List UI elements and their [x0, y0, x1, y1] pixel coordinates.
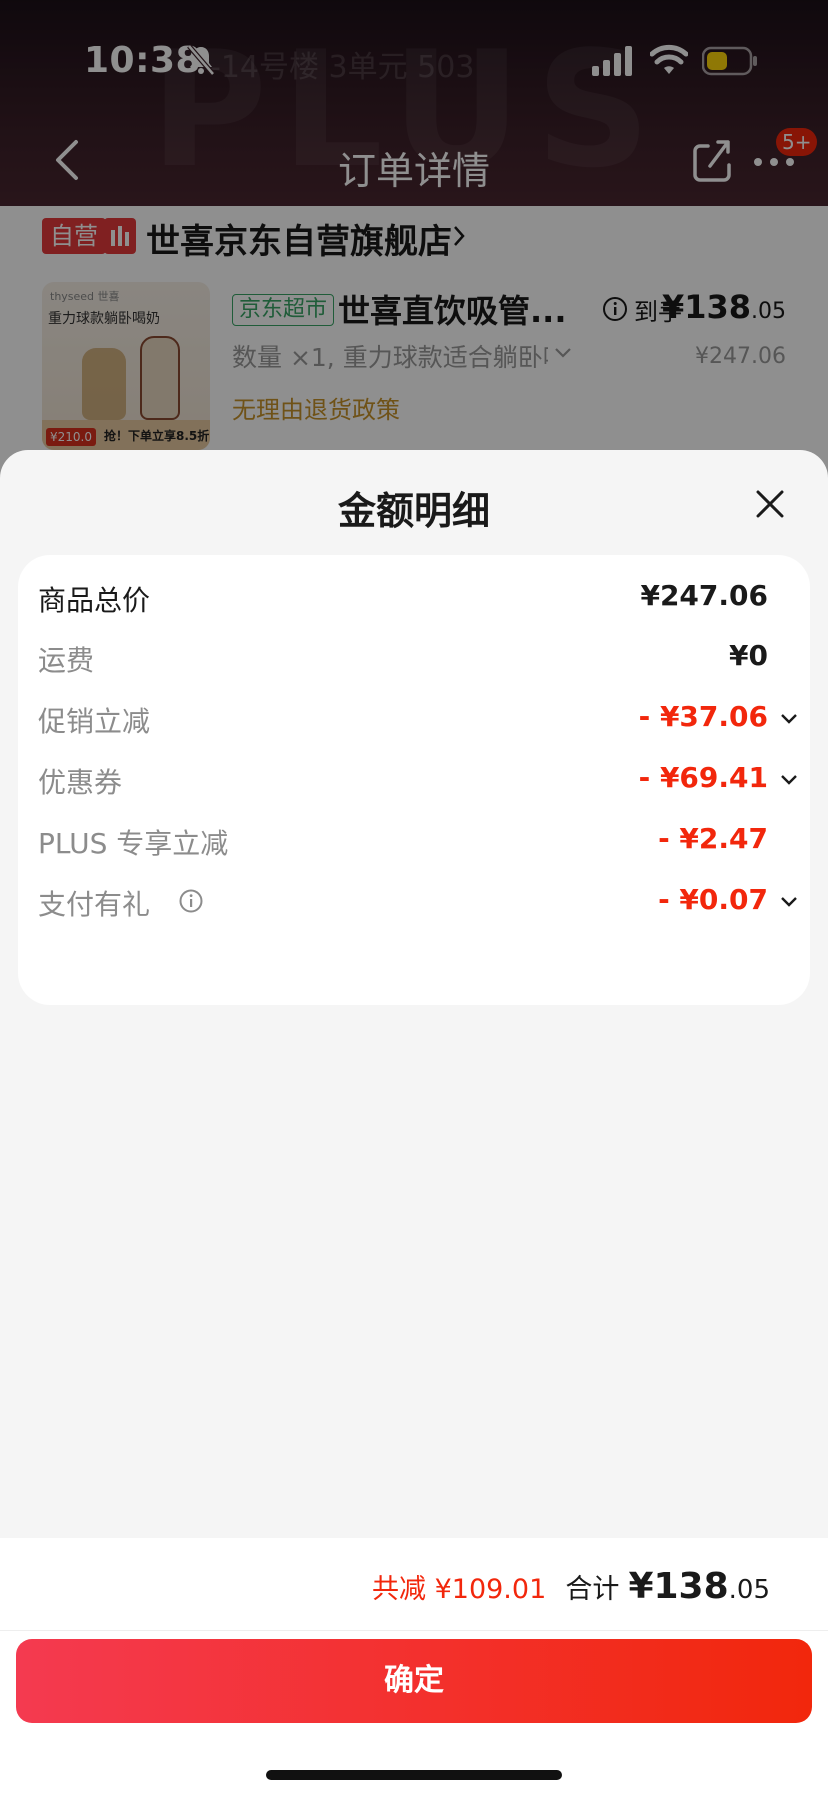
row-label: 商品总价 [38, 584, 151, 617]
confirm-button[interactable]: 确定 [16, 1639, 812, 1723]
modal-backdrop[interactable] [0, 0, 828, 480]
row-value: - ¥69.41 [638, 761, 768, 794]
total-amount-int: ¥138 [628, 1566, 729, 1607]
row-label: 运费 [38, 644, 95, 677]
close-icon[interactable] [750, 484, 790, 524]
chevron-down-icon[interactable] [780, 712, 798, 726]
row-promotion-discount[interactable]: 促销立减 - ¥37.06 [18, 694, 810, 744]
row-shipping: 运费 ¥0 [18, 633, 810, 683]
row-label: 支付有礼 [38, 888, 151, 921]
home-indicator [266, 1770, 562, 1780]
row-value: ¥0 [729, 639, 768, 672]
amount-detail-card: 商品总价 ¥247.06 运费 ¥0 促销立减 - ¥37.06 优惠券 - ¥… [18, 555, 810, 1005]
row-label: PLUS 专享立减 [38, 827, 229, 860]
row-label: 优惠券 [38, 766, 123, 799]
row-payment-gift[interactable]: 支付有礼 - ¥0.07 [18, 877, 810, 927]
total-label: 合计 [565, 1574, 620, 1605]
row-plus-discount: PLUS 专享立减 - ¥2.47 [18, 816, 810, 866]
row-coupon[interactable]: 优惠券 - ¥69.41 [18, 755, 810, 805]
divider [0, 1630, 828, 1631]
row-value: - ¥37.06 [638, 700, 768, 733]
total-amount-dec: .05 [728, 1575, 770, 1605]
sheet-title: 金额明细 [337, 489, 490, 533]
info-icon[interactable] [178, 888, 204, 914]
total-saved: 共减 ¥109.01 [372, 1574, 547, 1605]
row-value: - ¥2.47 [658, 822, 768, 855]
chevron-down-icon[interactable] [780, 895, 798, 909]
sheet-footer: 共减 ¥109.01 合计 ¥138.05 确定 [0, 1538, 828, 1796]
total-line: 共减 ¥109.01 合计 ¥138.05 [372, 1566, 770, 1607]
row-value: - ¥0.07 [658, 883, 768, 916]
chevron-down-icon[interactable] [780, 773, 798, 787]
row-value: ¥247.06 [640, 579, 768, 612]
row-label: 促销立减 [38, 705, 151, 738]
row-goods-total: 商品总价 ¥247.06 [18, 573, 810, 623]
total-amount: ¥138.05 [628, 1566, 770, 1607]
